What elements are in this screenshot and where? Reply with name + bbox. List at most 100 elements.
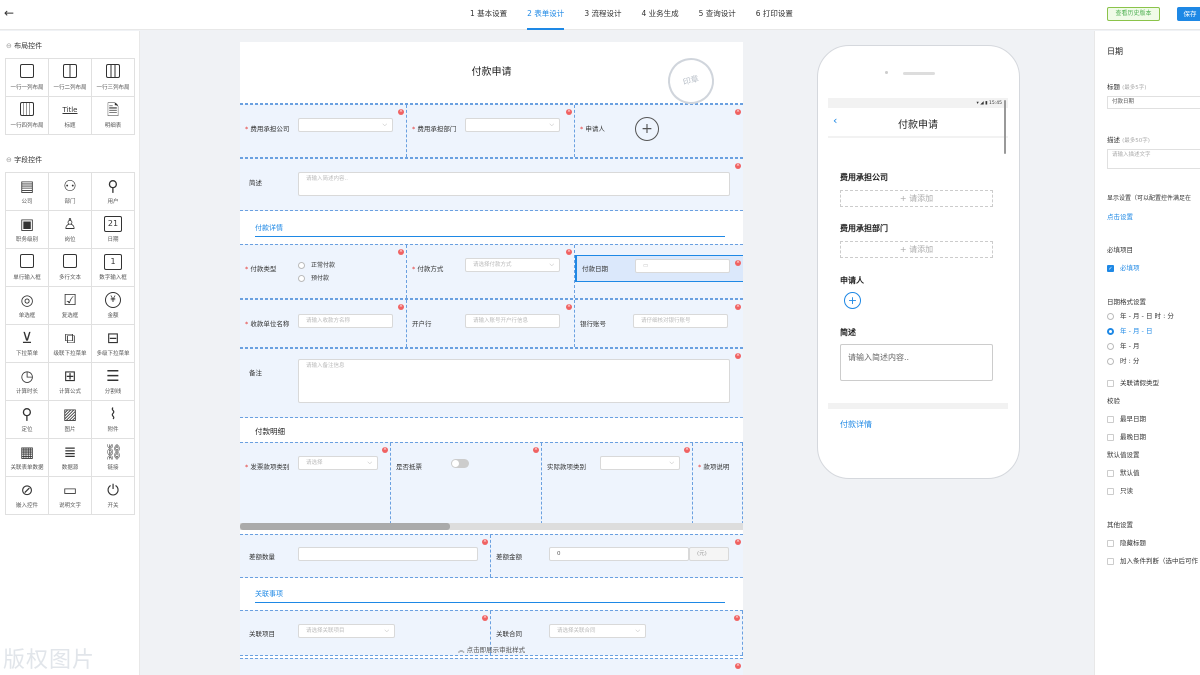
field-attachment[interactable]: ⌇ 附件: [92, 401, 135, 439]
format-option-1[interactable]: 年 - 月 - 日 时 : 分: [1107, 310, 1174, 320]
delete-icon[interactable]: ×: [734, 615, 740, 621]
field-image[interactable]: ▨ 图片: [49, 401, 92, 439]
desc-textarea[interactable]: 请输入简述内容..: [298, 172, 730, 196]
delete-icon[interactable]: ×: [482, 615, 488, 621]
remark-textarea[interactable]: 请输入备注信息: [298, 359, 730, 403]
diff-amt-input[interactable]: 0: [549, 547, 689, 561]
horizontal-scrollbar[interactable]: [240, 523, 743, 530]
form-row-4[interactable]: 收款单位名称 请输入收款方名称 × 开户行 请输入账号开户行信息 × 银行账号 …: [240, 299, 743, 348]
delete-icon[interactable]: ×: [735, 353, 741, 359]
field-deduct[interactable]: 是否抵票 ×: [391, 443, 542, 529]
field-pay-type[interactable]: 付款类型 正常付款 预付款 ×: [240, 245, 407, 298]
delete-icon[interactable]: ×: [398, 249, 404, 255]
phone-add-company[interactable]: + 请添加: [840, 190, 993, 207]
delete-icon[interactable]: ×: [566, 249, 572, 255]
pay-method-select[interactable]: 请选择付款方式: [465, 258, 560, 272]
tab-basic-settings[interactable]: 1 基本设置: [470, 0, 507, 30]
field-description[interactable]: ▭ 说明文字: [49, 477, 92, 515]
form-row-remark[interactable]: 备注 请输入备注信息 ×: [240, 348, 743, 418]
bank-input[interactable]: 请输入账号开户行信息: [465, 314, 560, 328]
field-checkbox[interactable]: ☑ 复选框: [49, 287, 92, 325]
field-position[interactable]: ♙ 岗位: [49, 211, 92, 249]
arrow-left-icon[interactable]: ←: [4, 6, 14, 20]
project-select[interactable]: 请选择关联项目: [298, 624, 395, 638]
form-row-desc[interactable]: 简述 请输入简述内容.. ×: [240, 158, 743, 211]
latest-checkbox[interactable]: 最晚日期: [1107, 431, 1146, 441]
field-embed[interactable]: ⊘ 嵌入控件: [6, 477, 49, 515]
delete-icon[interactable]: ×: [482, 539, 488, 545]
add-applicant-button[interactable]: +: [635, 117, 659, 141]
desc-input[interactable]: 请输入描述文字: [1107, 149, 1200, 169]
layout-4col[interactable]: 一行四列布局: [6, 97, 49, 135]
field-location[interactable]: ⚲ 定位: [6, 401, 49, 439]
field-user[interactable]: ⚲ 用户: [92, 173, 135, 211]
field-multi-line[interactable]: 多行文本: [49, 249, 92, 287]
field-formula[interactable]: ⊞ 计算公式: [49, 363, 92, 401]
field-pay-date-selected[interactable]: 付款日期 ▭ ×: [575, 255, 743, 282]
click-setting-link[interactable]: 点击设置: [1107, 211, 1133, 221]
history-version-button[interactable]: 查看历史版本: [1107, 7, 1160, 21]
field-payee[interactable]: 收款单位名称 请输入收款方名称 ×: [240, 300, 407, 347]
field-diff-amt[interactable]: 差额金额 0 (元) ×: [491, 535, 743, 577]
form-row-diff[interactable]: 差额数量 × 差额金额 0 (元) ×: [240, 534, 743, 578]
field-company[interactable]: ▤ 公司: [6, 173, 49, 211]
field-pay-method[interactable]: 付款方式 请选择付款方式 ×: [407, 245, 575, 298]
invoice-select[interactable]: 请选择: [298, 456, 378, 470]
relate-leave-checkbox[interactable]: 关联请假类型: [1107, 377, 1159, 387]
field-dept[interactable]: 费用承担部门 ×: [407, 105, 575, 157]
delete-icon[interactable]: ×: [398, 109, 404, 115]
default-value-checkbox[interactable]: 默认值: [1107, 467, 1140, 477]
form-title[interactable]: 付款申请: [240, 42, 743, 104]
phone-desc-textarea[interactable]: 请输入简述内容..: [840, 344, 993, 381]
layout-1col[interactable]: 一行一列布局: [6, 59, 49, 97]
title-input[interactable]: 付款日期: [1107, 96, 1200, 109]
delete-icon[interactable]: ×: [566, 304, 572, 310]
radio-prepay[interactable]: 预付款: [298, 273, 329, 282]
field-dropdown[interactable]: ⊻ 下拉菜单: [6, 325, 49, 363]
readonly-checkbox[interactable]: 只读: [1107, 485, 1133, 495]
form-row-9[interactable]: ×: [240, 658, 743, 675]
account-input[interactable]: 请仔细核对银行账号: [633, 314, 728, 328]
tab-form-design[interactable]: 2 表单设计: [527, 0, 565, 30]
section-payment-detail[interactable]: 付款详情: [255, 223, 283, 233]
layout-2col[interactable]: 一行二列布局: [49, 59, 92, 97]
layout-3col[interactable]: 一行三列布局: [92, 59, 135, 97]
deduct-toggle[interactable]: [451, 459, 469, 468]
field-divider[interactable]: ☰ 分割线: [92, 363, 135, 401]
delete-icon[interactable]: ×: [566, 109, 572, 115]
field-single-line[interactable]: 单行输入框: [6, 249, 49, 287]
approval-style-hint[interactable]: ︽ 点击即展示审批样式: [458, 644, 525, 654]
field-diff-qty[interactable]: 差额数量 ×: [240, 535, 491, 577]
delete-icon[interactable]: ×: [735, 260, 741, 266]
field-date[interactable]: 21 日期: [92, 211, 135, 249]
delete-icon[interactable]: ×: [398, 304, 404, 310]
field-multi-dropdown[interactable]: ⊟ 多级下拉菜单: [92, 325, 135, 363]
tab-business-gen[interactable]: 4 业务生成: [641, 0, 678, 30]
form-row-8[interactable]: 关联项目 请选择关联项目 × 关联合同 请选择关联合同 × ︽ 点击即展示审批样…: [240, 610, 743, 656]
field-company[interactable]: 费用承担公司 ×: [240, 105, 407, 157]
section-related[interactable]: 关联事项: [255, 589, 283, 599]
hide-title-checkbox[interactable]: 隐藏标题: [1107, 537, 1146, 547]
field-cascade-dropdown[interactable]: ⧉ 级联下拉菜单: [49, 325, 92, 363]
actual-select[interactable]: [600, 456, 680, 470]
field-money[interactable]: ¥ 金额: [92, 287, 135, 325]
payee-input[interactable]: 请输入收款方名称: [298, 314, 393, 328]
field-related-form[interactable]: ▦ 关联表单数据: [6, 439, 49, 477]
format-option-4[interactable]: 时 : 分: [1107, 355, 1139, 365]
field-duration[interactable]: ◷ 计算时长: [6, 363, 49, 401]
field-contract[interactable]: 关联合同 请选择关联合同 ×: [491, 611, 743, 655]
delete-icon[interactable]: ×: [735, 539, 741, 545]
pay-date-input[interactable]: ▭: [635, 259, 730, 273]
radio-normal[interactable]: 正常付款: [298, 260, 335, 269]
phone-scrollbar[interactable]: [1004, 100, 1006, 154]
format-option-3[interactable]: 年 - 月: [1107, 340, 1139, 350]
tab-flow-design[interactable]: 3 流程设计: [584, 0, 621, 30]
format-option-2[interactable]: 年 - 月 - 日: [1107, 325, 1152, 335]
contract-select[interactable]: 请选择关联合同: [549, 624, 646, 638]
save-button[interactable]: 保存: [1177, 7, 1200, 21]
field-account[interactable]: 银行账号 请仔细核对银行账号 ×: [575, 300, 743, 347]
field-applicant[interactable]: 申请人 + ×: [575, 105, 743, 157]
detail-table-row[interactable]: 发票款项类别 请选择 × 是否抵票 × 实际款项类别 × 款项说明: [240, 442, 743, 530]
layout-title[interactable]: Title 标题: [49, 97, 92, 135]
section-detail-table[interactable]: 付款明细: [255, 426, 285, 437]
